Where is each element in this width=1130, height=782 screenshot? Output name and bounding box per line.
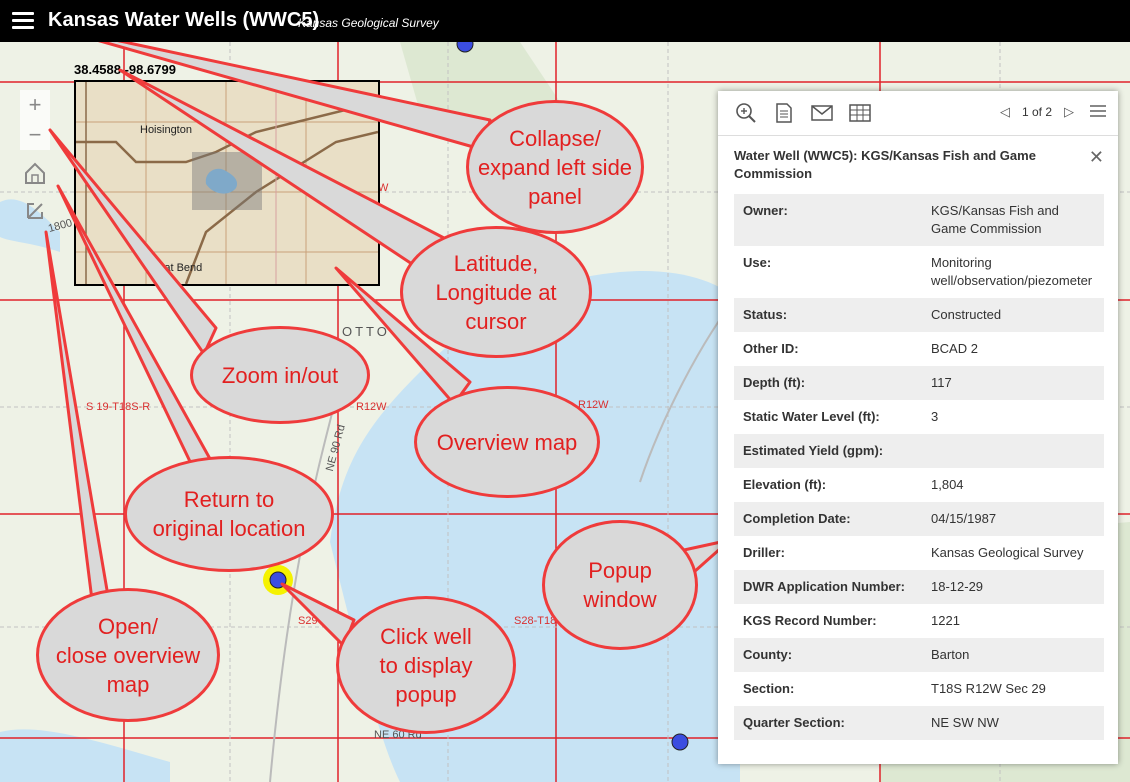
attribute-value — [922, 434, 1104, 468]
attribute-value: Kansas Geological Survey — [931, 545, 1084, 560]
attribute-row: KGS Record Number: 1221 — [734, 604, 1104, 638]
attribute-value: Constructed — [922, 298, 1104, 332]
attribute-label: Other ID: — [743, 341, 799, 356]
section-label: S29- — [298, 615, 322, 627]
attribute-label: Completion Date: — [734, 502, 922, 536]
zoom-out-button[interactable]: − — [20, 120, 50, 150]
list-menu-icon[interactable] — [1090, 103, 1106, 119]
cursor-coordinates: 38.4588 -98.6799 — [74, 62, 176, 77]
close-icon[interactable]: ✕ — [1089, 147, 1104, 168]
title-bar: Kansas Water Wells (WWC5) Kansas Geologi… — [0, 0, 1130, 42]
callout-lat-long: Latitude, Longitude at cursor — [400, 226, 592, 358]
zoom-to-icon[interactable] — [734, 101, 758, 125]
attribute-value: 1221 — [931, 613, 960, 628]
attribute-row: County: Barton — [734, 638, 1104, 672]
popup-title: Water Well (WWC5): KGS/Kansas Fish and G… — [734, 148, 1036, 181]
attribute-label: Owner: — [734, 194, 922, 246]
overview-toggle-icon[interactable] — [22, 198, 48, 224]
map-view[interactable]: S 19-T18S-R R12W R12W S29- S28-T18 W NE … — [0, 42, 1130, 782]
report-icon[interactable] — [772, 101, 796, 125]
attribute-value: 1,804 — [931, 477, 964, 492]
attribute-label: Estimated Yield (gpm): — [734, 434, 922, 468]
popup-window: ◁ 1 of 2 ▷ Water Well (WWC5): KGS/Kansas… — [718, 91, 1118, 764]
attribute-table: Owner: KGS/Kansas Fish and Game Commissio… — [734, 194, 1104, 740]
section-label: S 19-T18S-R — [86, 401, 151, 413]
attribute-label: Depth (ft): — [734, 366, 922, 400]
attribute-value: 04/15/1987 — [922, 502, 1104, 536]
table-icon[interactable] — [848, 101, 872, 125]
callout-zoom: Zoom in/out — [190, 326, 370, 424]
callout-overview-map: Overview map — [414, 386, 600, 498]
attribute-value: 117 — [922, 366, 1104, 400]
attribute-value: NE SW NW — [922, 706, 1104, 740]
email-icon[interactable] — [810, 101, 834, 125]
attribute-label: Status: — [734, 298, 922, 332]
attribute-row: DWR Application Number: 18-12-29 — [734, 570, 1104, 604]
next-feature-icon[interactable]: ▷ — [1064, 104, 1074, 120]
overview-map[interactable]: Hoisington Great Bend — [74, 80, 380, 286]
attribute-row: Section: T18S R12W Sec 29 — [734, 672, 1104, 706]
callout-click-well: Click well to display popup — [336, 596, 516, 734]
place-label: OTTO — [342, 324, 390, 339]
zoom-control: + − — [20, 90, 50, 150]
section-label: R12W — [356, 401, 387, 413]
attribute-value: Monitoring well/observation/piezometer — [931, 255, 1093, 288]
attribute-label: Quarter Section: — [734, 706, 922, 740]
overview-town-label: Great Bend — [146, 262, 203, 274]
feature-pager: 1 of 2 — [1021, 105, 1052, 119]
attribute-row: Status: Constructed — [734, 298, 1104, 332]
overview-extent-box[interactable] — [192, 152, 262, 210]
attribute-label: County: — [734, 638, 922, 672]
attribute-row: Completion Date: 04/15/1987 — [734, 502, 1104, 536]
attribute-row: Owner: KGS/Kansas Fish and Game Commissio… — [734, 194, 1104, 246]
attribute-label: Use: — [743, 255, 772, 270]
section-label: S28-T18 — [514, 615, 557, 627]
attribute-value: Barton — [922, 638, 1104, 672]
attribute-row: Other ID: BCAD 2 — [734, 332, 1104, 366]
attribute-row: Depth (ft): 117 — [734, 366, 1104, 400]
attribute-row: Quarter Section: NE SW NW — [734, 706, 1104, 740]
attribute-label: Elevation (ft): — [743, 477, 827, 492]
attribute-label: Section: — [743, 681, 795, 696]
zoom-in-button[interactable]: + — [20, 90, 50, 120]
attribute-row: Driller: Kansas Geological Survey — [734, 536, 1104, 570]
attribute-label: Driller: — [743, 545, 785, 560]
attribute-value: 3 — [931, 409, 939, 424]
home-icon[interactable] — [22, 160, 48, 186]
attribute-label: Static Water Level (ft): — [743, 409, 880, 424]
attribute-value: 18-12-29 — [922, 570, 1104, 604]
callout-return: Return to original location — [124, 456, 334, 572]
callout-open-close-overview: Open/close overview map — [36, 588, 220, 722]
hamburger-menu-icon[interactable] — [12, 12, 34, 30]
attribute-row: Estimated Yield (gpm): — [734, 434, 1104, 468]
attribute-value: KGS/Kansas Fish and Game Commission — [922, 194, 1104, 246]
attribute-value: T18S R12W Sec 29 — [931, 681, 1046, 696]
overview-town-label: Hoisington — [140, 124, 192, 136]
callout-collapse-panel: Collapse/expand left side panel — [466, 100, 644, 234]
callout-popup-window: Popup window — [542, 520, 698, 650]
prev-feature-icon[interactable]: ◁ — [1000, 104, 1010, 120]
attribute-value: BCAD 2 — [931, 341, 978, 356]
attribute-row: Static Water Level (ft): 3 — [734, 400, 1104, 434]
app-subtitle: Kansas Geological Survey — [298, 16, 439, 30]
attribute-label: KGS Record Number: — [743, 613, 877, 628]
popup-divider — [718, 135, 1118, 136]
app-title: Kansas Water Wells (WWC5) — [48, 9, 320, 31]
attribute-label: DWR Application Number: — [734, 570, 922, 604]
attribute-row: Use: Monitoring well/observation/piezomet… — [734, 246, 1104, 298]
attribute-row: Elevation (ft): 1,804 — [734, 468, 1104, 502]
